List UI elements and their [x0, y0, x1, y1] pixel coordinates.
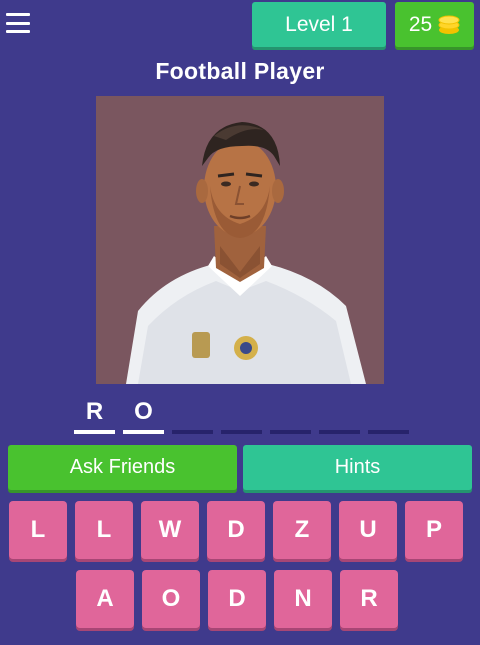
answer-slots: R O — [74, 398, 409, 434]
letter-key[interactable]: P — [405, 501, 463, 559]
coins-icon — [438, 15, 460, 34]
hints-label: Hints — [334, 456, 381, 478]
menu-icon[interactable] — [6, 12, 30, 34]
coins-count: 25 — [408, 12, 433, 36]
answer-slot[interactable]: O — [123, 398, 164, 434]
answer-slot[interactable] — [270, 398, 311, 434]
keyboard-row-1: L L W D Z U P — [9, 501, 463, 559]
letter-key[interactable]: Z — [273, 501, 331, 559]
answer-slot[interactable]: R — [74, 398, 115, 434]
letter-key[interactable]: R — [340, 570, 398, 628]
keyboard-row-2: A O D N R — [76, 570, 398, 628]
letter-key[interactable]: U — [339, 501, 397, 559]
level-label: Level 1 — [285, 12, 353, 36]
letter-key[interactable]: O — [142, 570, 200, 628]
letter-key[interactable]: W — [141, 501, 199, 559]
letter-key[interactable]: D — [207, 501, 265, 559]
coins-button[interactable]: 25 — [395, 2, 474, 47]
answer-slot[interactable] — [221, 398, 262, 434]
player-portrait-image — [96, 96, 384, 384]
letter-key[interactable]: L — [75, 501, 133, 559]
letter-key[interactable]: D — [208, 570, 266, 628]
hints-button[interactable]: Hints — [243, 445, 472, 490]
ask-friends-button[interactable]: Ask Friends — [8, 445, 237, 490]
letter-key[interactable]: L — [9, 501, 67, 559]
answer-slot[interactable] — [368, 398, 409, 434]
ask-friends-label: Ask Friends — [69, 456, 176, 478]
question-title: Football Player — [155, 58, 325, 84]
letter-key[interactable]: N — [274, 570, 332, 628]
letter-key[interactable]: A — [76, 570, 134, 628]
level-button[interactable]: Level 1 — [252, 2, 386, 47]
player-photo — [96, 96, 384, 384]
answer-slot[interactable] — [172, 398, 213, 434]
answer-slot[interactable] — [319, 398, 360, 434]
